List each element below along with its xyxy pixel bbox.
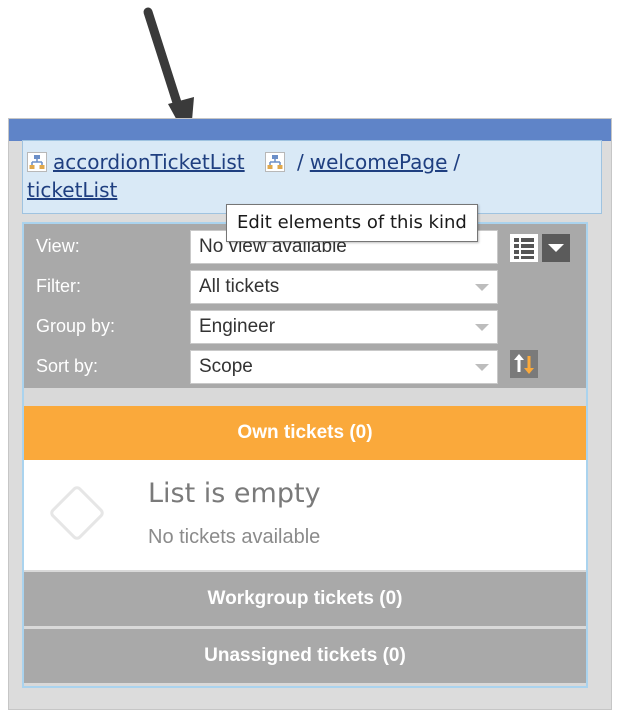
sort-by-label: Sort by: — [36, 356, 99, 376]
view-label: View: — [36, 236, 80, 256]
filter-select[interactable]: All tickets — [190, 270, 498, 304]
breadcrumb-link-ticketlist[interactable]: ticketList — [27, 178, 117, 202]
grid-view-icon[interactable] — [510, 234, 538, 262]
hierarchy-icon[interactable] — [265, 152, 286, 172]
empty-state: List is empty No tickets available — [24, 460, 586, 570]
page: accordionTicketList / welcomePage / ticket… — [0, 0, 620, 715]
sort-by-select[interactable]: Scope — [190, 350, 498, 384]
group-by-value: Engineer — [199, 316, 276, 337]
chevron-down-icon — [475, 324, 489, 331]
breadcrumb-link-welcomepage[interactable]: welcomePage — [310, 150, 448, 174]
group-by-select[interactable]: Engineer — [190, 310, 498, 344]
breadcrumb-separator: / — [297, 150, 304, 174]
filter-label: Filter: — [36, 276, 81, 296]
own-tickets-header[interactable]: Own tickets (0) — [24, 406, 586, 460]
sort-by-row: Sort by: Scope — [24, 348, 586, 384]
chevron-down-icon — [475, 364, 489, 371]
sort-by-value: Scope — [199, 356, 253, 377]
hierarchy-icon[interactable] — [27, 152, 47, 172]
ticket-list: View: No view available Filter: All tick… — [22, 222, 588, 688]
breadcrumb: accordionTicketList / welcomePage / ticket… — [22, 140, 602, 214]
chevron-down-icon[interactable] — [542, 234, 570, 262]
filter-row: Filter: All tickets — [24, 268, 586, 304]
empty-title: List is empty — [148, 478, 321, 509]
chevron-down-icon — [475, 284, 489, 291]
unassigned-tickets-header[interactable]: Unassigned tickets (0) — [24, 629, 586, 683]
tooltip: Edit elements of this kind — [226, 204, 478, 242]
empty-subtitle: No tickets available — [148, 526, 321, 548]
filter-value: All tickets — [199, 276, 280, 297]
breadcrumb-separator: / — [453, 150, 461, 174]
sort-order-icon[interactable] — [510, 350, 538, 378]
panel-title-bar — [9, 119, 611, 141]
group-by-row: Group by: Engineer — [24, 308, 586, 344]
breadcrumb-component-link[interactable]: accordionTicketList — [53, 150, 245, 174]
filter-box: View: No view available Filter: All tick… — [24, 224, 586, 388]
workgroup-tickets-header[interactable]: Workgroup tickets (0) — [24, 572, 586, 626]
group-by-label: Group by: — [36, 316, 116, 336]
empty-list-icon — [50, 486, 104, 540]
